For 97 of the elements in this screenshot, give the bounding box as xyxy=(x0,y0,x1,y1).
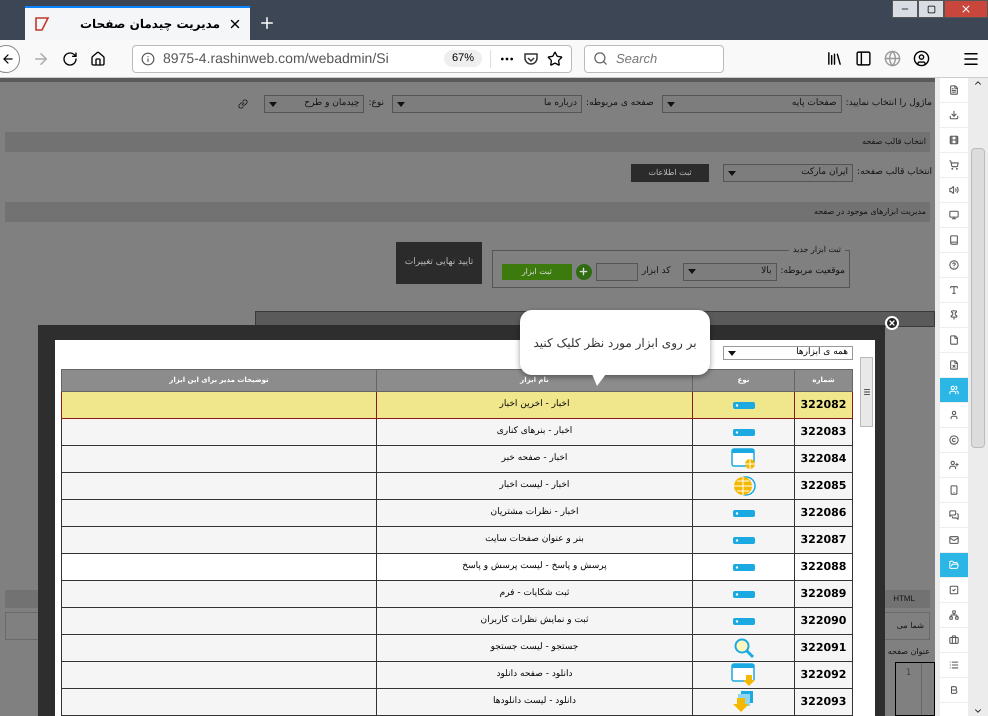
help-icon xyxy=(949,260,959,270)
close-tab-icon[interactable] xyxy=(228,17,242,31)
text-icon xyxy=(949,285,959,295)
window-globe-icon xyxy=(730,448,756,470)
module-label: ماژول را انتخاب نمایید: xyxy=(846,97,932,110)
users-icon xyxy=(949,385,959,395)
library-icon[interactable] xyxy=(826,50,843,67)
search-icon xyxy=(593,51,608,66)
position-label: موقعیت مربوطه: xyxy=(780,264,845,278)
panel-legend: ثبت ابزار جدید xyxy=(788,244,845,256)
book-icon xyxy=(949,235,959,245)
add-user-icon xyxy=(949,460,959,470)
font-icon xyxy=(949,685,959,695)
mail-icon xyxy=(949,535,959,545)
zoom-badge[interactable]: 67% xyxy=(444,50,482,67)
tab-title: مدیریت چیدمان صفحات xyxy=(79,16,220,33)
tool-code-input[interactable] xyxy=(596,262,638,280)
account-icon[interactable] xyxy=(913,50,930,67)
minimize-button[interactable] xyxy=(892,0,918,18)
caret-icon xyxy=(728,350,736,356)
folder-icon xyxy=(949,560,959,570)
maximize-button[interactable] xyxy=(918,0,944,18)
sidebar-icon[interactable] xyxy=(855,50,872,67)
sitemap-icon xyxy=(949,610,959,620)
caret-icon xyxy=(728,170,736,176)
grip-icon xyxy=(862,388,870,396)
cart-icon xyxy=(949,160,959,170)
add-tool-button[interactable]: ثبت ابزار xyxy=(502,264,572,280)
film-icon xyxy=(949,135,959,145)
add-icon[interactable] xyxy=(576,264,592,280)
new-tab-icon[interactable] xyxy=(258,14,276,32)
file-icon xyxy=(949,335,959,345)
browser-tab[interactable]: مدیریت چیدمان صفحات xyxy=(25,6,250,40)
bar-icon xyxy=(732,536,754,544)
download-stack-icon xyxy=(732,690,756,714)
reload-icon[interactable] xyxy=(62,50,78,66)
search-icon xyxy=(732,637,754,659)
tooltip: بر روی ابزار مورد نظر کلیک کنید xyxy=(520,310,710,375)
table-cell: 322093 xyxy=(794,688,852,716)
bar-icon xyxy=(732,402,754,408)
bar-icon xyxy=(732,618,754,624)
info-icon[interactable] xyxy=(141,52,155,66)
bag-icon xyxy=(949,635,959,645)
address-bar[interactable]: 8975-4.rashinweb.com/webadmin/Si 67% xyxy=(132,44,572,72)
back-button[interactable] xyxy=(0,44,20,72)
type-label: نوع: xyxy=(368,97,384,110)
document-icon xyxy=(949,85,959,95)
url-text: 8975-4.rashinweb.com/webadmin/Si xyxy=(163,49,389,68)
bar-icon xyxy=(732,564,754,570)
caret-icon xyxy=(688,269,696,274)
home-icon[interactable] xyxy=(90,50,106,66)
globe-icon xyxy=(732,475,756,497)
pin-icon xyxy=(949,310,959,320)
dropdown[interactable]: صفحات پایه xyxy=(662,95,842,113)
file-x-icon xyxy=(949,360,959,370)
related-page-label: صفحه ی مربوطه: xyxy=(586,97,654,110)
table-cell: دانلود - لیست دانلودها xyxy=(376,688,692,716)
template-label: انتخاب قالب صفحه: xyxy=(857,166,932,180)
bar-icon xyxy=(732,428,754,436)
tooltip-pointer xyxy=(592,374,606,386)
user-icon xyxy=(949,410,959,420)
caret-icon xyxy=(397,102,406,106)
monitor-icon xyxy=(949,210,959,220)
section-header: مدیریت ابزارهای موجود در صفحه xyxy=(5,202,930,222)
bar-icon xyxy=(732,510,754,516)
globe-icon[interactable] xyxy=(884,50,901,67)
dropdown[interactable]: چیدمان و طرح xyxy=(264,95,364,113)
filter-dropdown[interactable]: همه ی ابزارها xyxy=(723,346,853,360)
bookmark-star-icon[interactable] xyxy=(547,50,563,66)
pocket-icon[interactable] xyxy=(523,50,539,66)
close-window-icon xyxy=(960,3,972,15)
search-field[interactable]: Search xyxy=(584,44,724,72)
caret-icon xyxy=(269,102,278,106)
dropdown[interactable]: درباره ما xyxy=(392,95,582,113)
dropdown[interactable]: ایران مارکت xyxy=(723,164,854,182)
copyright-icon xyxy=(949,435,959,445)
maximize-icon xyxy=(926,4,936,14)
site-logo-icon xyxy=(33,15,51,33)
dropdown[interactable]: بالا xyxy=(682,262,776,280)
line-number: 1 xyxy=(896,663,922,715)
checkbox-icon xyxy=(949,585,959,595)
caret-icon xyxy=(666,102,675,106)
phone-icon xyxy=(949,485,959,495)
speaker-icon xyxy=(949,185,959,195)
confirm-changes-button[interactable]: تایید نهایی تغییرات xyxy=(396,242,482,284)
bar-icon xyxy=(732,590,754,598)
close-window-button[interactable] xyxy=(944,0,988,18)
page-title-label: عنوان صفحه xyxy=(888,646,930,658)
section-header: انتخاب قالب صفحه xyxy=(5,132,930,152)
chat-icon xyxy=(949,510,959,520)
window-download-icon xyxy=(730,663,756,687)
list-icon xyxy=(949,660,959,670)
scroll-thumb[interactable] xyxy=(971,148,985,448)
link-icon[interactable] xyxy=(238,99,248,109)
download-icon xyxy=(949,110,959,120)
tool-code-label: کد ابزار xyxy=(642,264,670,278)
save-info-button[interactable]: ثبت اطلاعات xyxy=(631,164,710,182)
